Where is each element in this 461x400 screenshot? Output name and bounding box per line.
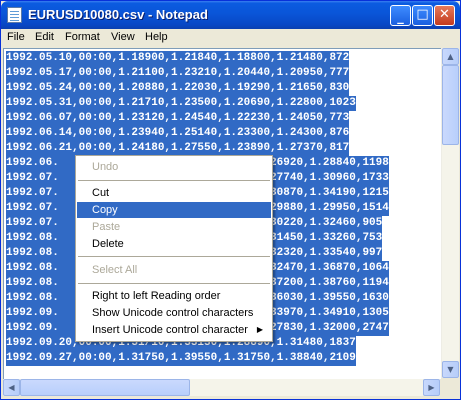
vertical-scrollbar[interactable]: ▲ ▼ bbox=[441, 48, 459, 378]
menu-view[interactable]: View bbox=[111, 31, 135, 43]
context-item-label: Insert Unicode control character bbox=[92, 324, 248, 336]
menu-separator bbox=[78, 256, 270, 257]
menu-help[interactable]: Help bbox=[145, 31, 168, 43]
close-icon: ✕ bbox=[439, 7, 450, 22]
context-item-label: Copy bbox=[92, 204, 118, 216]
context-menu: Undo Cut Copy Paste Delete Select All Ri… bbox=[75, 155, 273, 342]
chevron-left-icon: ◀ bbox=[8, 383, 15, 392]
menu-format[interactable]: Format bbox=[65, 31, 100, 43]
window-title: EURUSD10080.csv - Notepad bbox=[28, 7, 208, 22]
text-line: 1992.05.17,00:00,1.21100,1.23210,1.20440… bbox=[6, 66, 350, 81]
horizontal-scrollbar[interactable]: ◀ ▶ bbox=[3, 379, 440, 396]
menu-edit[interactable]: Edit bbox=[35, 31, 54, 43]
scroll-left-button[interactable]: ◀ bbox=[3, 379, 20, 396]
context-item-copy[interactable]: Copy bbox=[77, 202, 271, 218]
context-item-paste[interactable]: Paste bbox=[77, 219, 271, 235]
context-item-insert-unicode[interactable]: Insert Unicode control character ▶ bbox=[77, 322, 271, 338]
context-item-label: Paste bbox=[92, 221, 121, 233]
menu-separator bbox=[78, 180, 270, 181]
context-item-label: Select All bbox=[92, 264, 138, 276]
menu-file[interactable]: File bbox=[7, 31, 25, 43]
text-line: 1992.05.10,00:00,1.18900,1.21840,1.18800… bbox=[6, 51, 350, 66]
size-grip[interactable] bbox=[441, 379, 458, 396]
scroll-down-button[interactable]: ▼ bbox=[442, 361, 459, 378]
minimize-button[interactable]: _ bbox=[390, 5, 411, 26]
menu-bar: File Edit Format View Help bbox=[1, 29, 460, 46]
context-item-cut[interactable]: Cut bbox=[77, 185, 271, 201]
minimize-icon: _ bbox=[397, 10, 404, 25]
chevron-down-icon: ▼ bbox=[447, 365, 454, 374]
context-item-label: Delete bbox=[92, 238, 124, 250]
horizontal-scroll-thumb[interactable] bbox=[20, 379, 190, 396]
context-item-undo[interactable]: Undo bbox=[77, 159, 271, 175]
notepad-icon[interactable] bbox=[7, 7, 22, 23]
maximize-icon: □ bbox=[416, 7, 429, 22]
text-line: 1992.09.27,00:00,1.31750,1.39550,1.31750… bbox=[6, 351, 356, 366]
context-item-delete[interactable]: Delete bbox=[77, 236, 271, 252]
maximize-button[interactable]: □ bbox=[412, 5, 433, 26]
menu-separator bbox=[78, 283, 270, 284]
chevron-up-icon: ▲ bbox=[447, 52, 454, 61]
submenu-arrow-icon: ▶ bbox=[256, 325, 263, 334]
chevron-right-icon: ▶ bbox=[428, 383, 435, 392]
text-line: 1992.06.07,00:00,1.23120,1.24540,1.22230… bbox=[6, 111, 350, 126]
text-line: 1992.06.14,00:00,1.23940,1.25140,1.23300… bbox=[6, 126, 350, 141]
scroll-right-button[interactable]: ▶ bbox=[423, 379, 440, 396]
scroll-up-button[interactable]: ▲ bbox=[442, 48, 459, 65]
text-line: 1992.05.24,00:00,1.20880,1.22030,1.19290… bbox=[6, 81, 350, 96]
context-item-rtl-reading-order[interactable]: Right to left Reading order bbox=[77, 288, 271, 304]
vertical-scroll-thumb[interactable] bbox=[442, 65, 459, 145]
text-line: 1992.05.31,00:00,1.21710,1.23500,1.20690… bbox=[6, 96, 356, 111]
context-item-show-unicode[interactable]: Show Unicode control characters bbox=[77, 305, 271, 321]
text-line: 1992.06.21,00:00,1.24180,1.27550,1.23890… bbox=[6, 141, 350, 156]
context-item-label: Right to left Reading order bbox=[92, 290, 221, 302]
context-item-label: Show Unicode control characters bbox=[92, 307, 254, 319]
context-item-select-all[interactable]: Select All bbox=[77, 262, 271, 278]
context-item-label: Undo bbox=[92, 161, 119, 173]
close-button[interactable]: ✕ bbox=[434, 5, 455, 26]
context-item-label: Cut bbox=[92, 187, 110, 199]
title-bar[interactable]: EURUSD10080.csv - Notepad _ □ ✕ bbox=[1, 1, 460, 29]
